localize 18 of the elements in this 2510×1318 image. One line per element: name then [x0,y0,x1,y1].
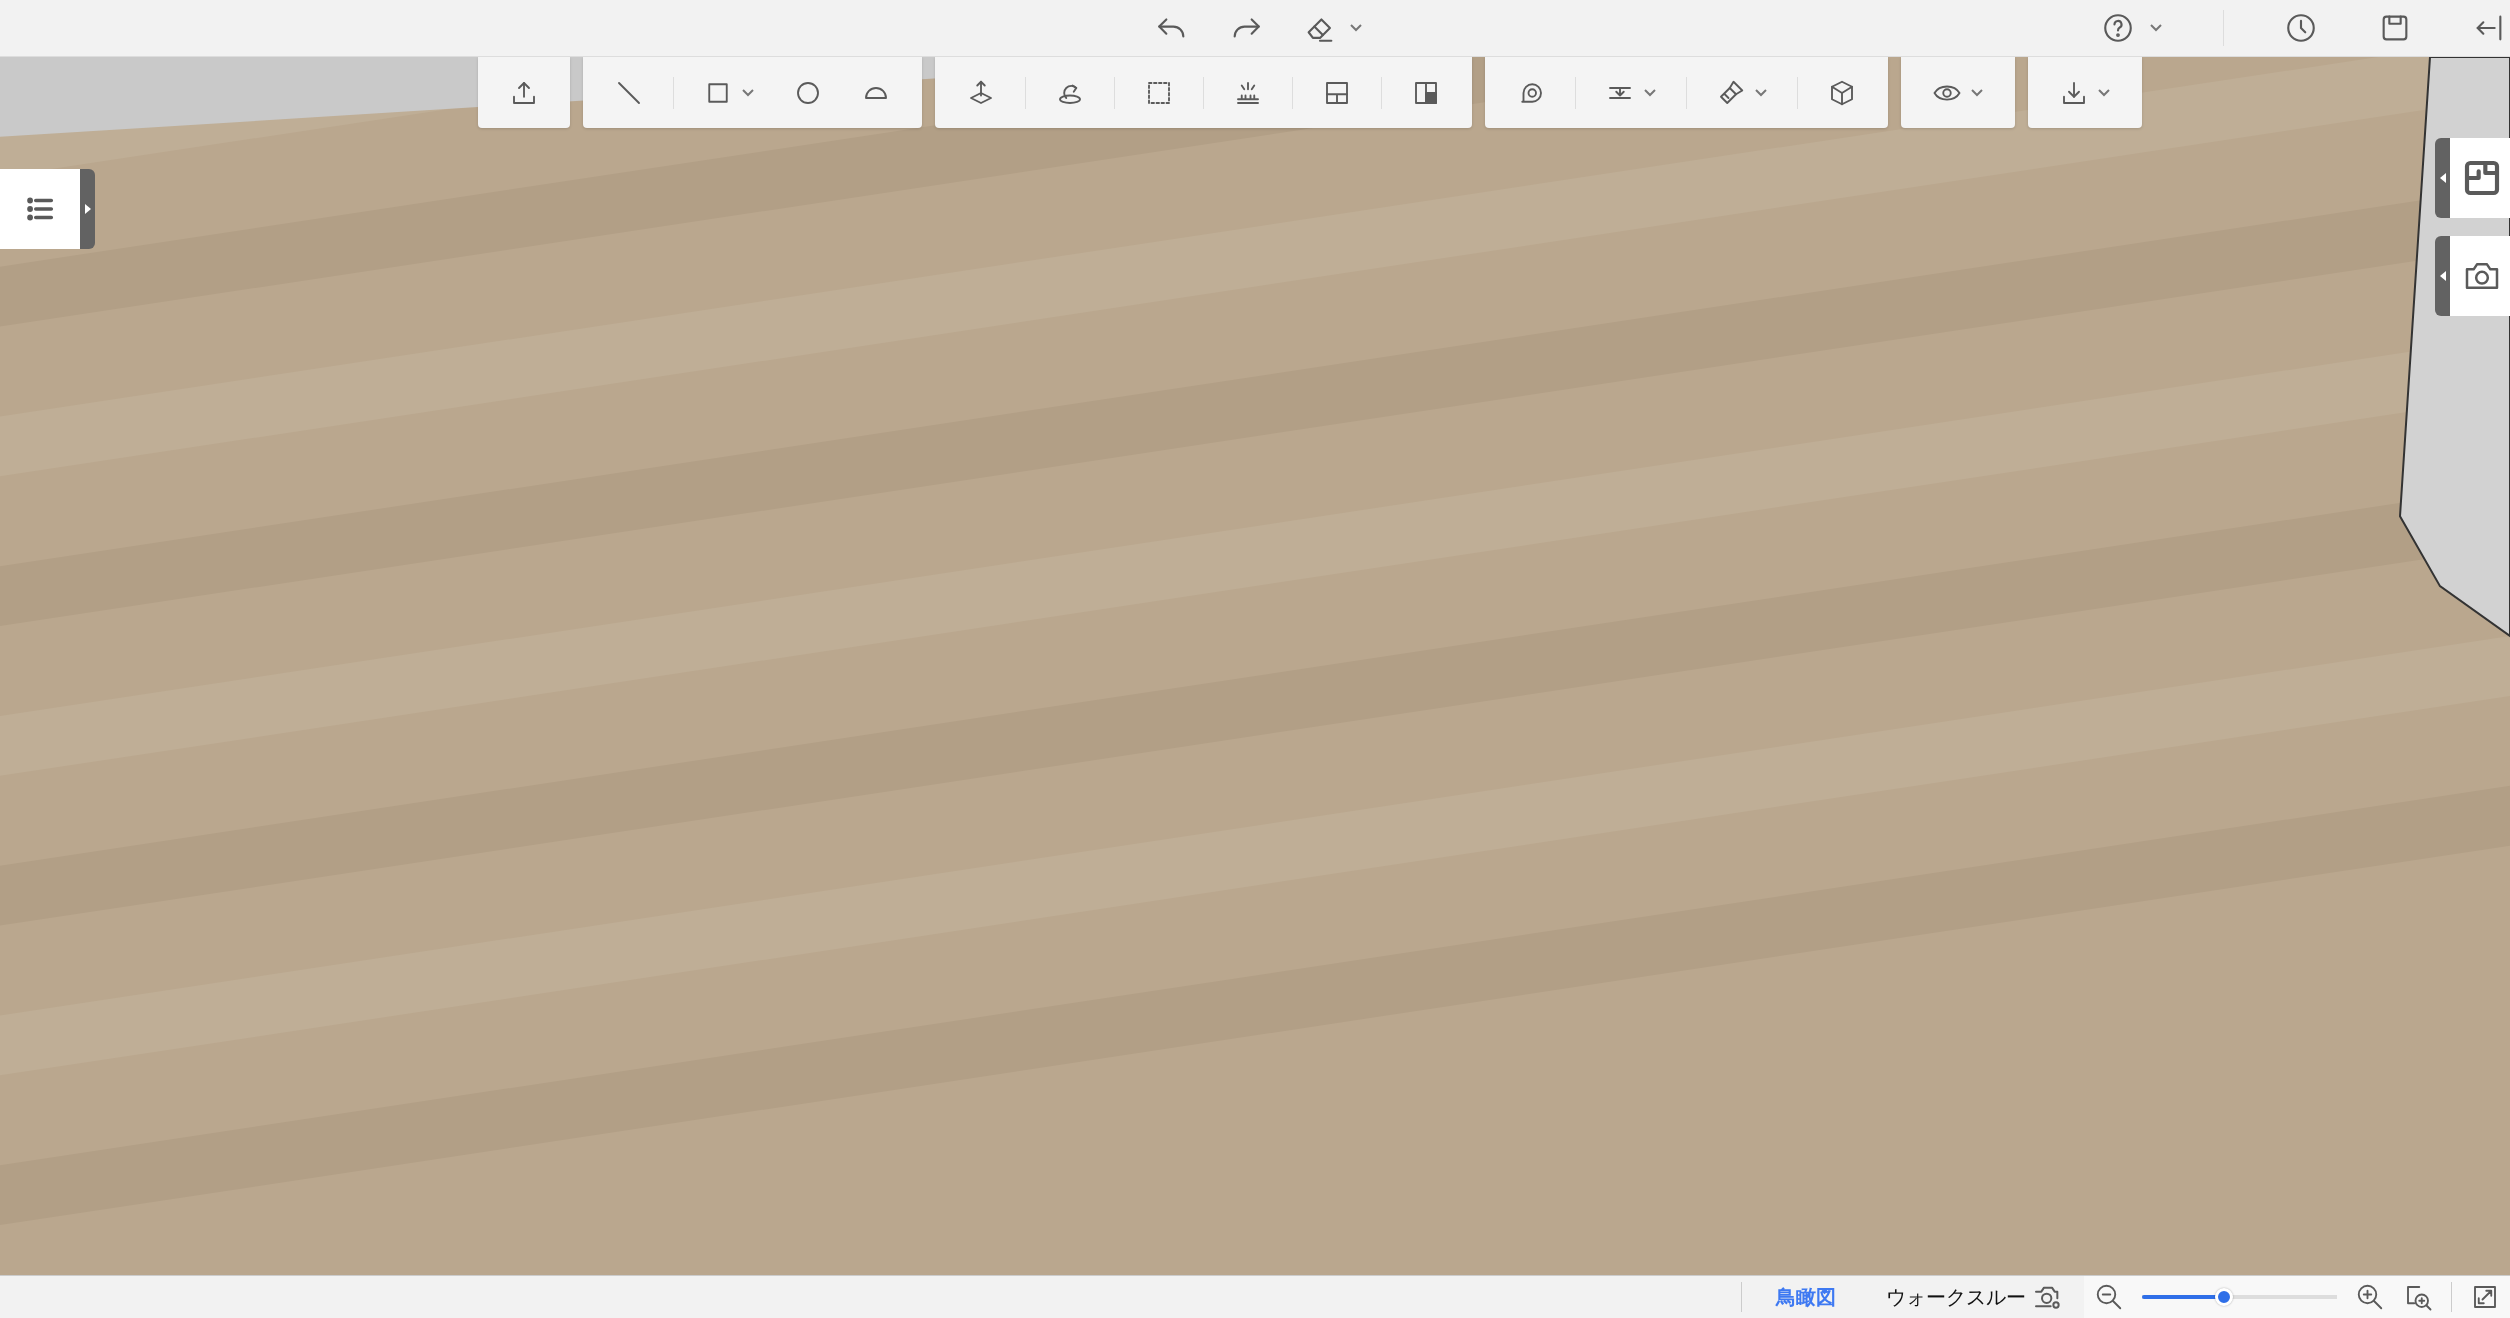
floor-plan-icon[interactable] [2462,158,2502,198]
caret-icon[interactable] [2149,23,2163,33]
caret-icon[interactable] [1754,87,1768,98]
caret-icon[interactable] [2097,87,2111,98]
clock-icon[interactable] [2284,11,2318,45]
caret-icon[interactable] [1970,87,1984,98]
collapse-arrow-icon[interactable] [2438,270,2447,282]
help-icon[interactable] [2101,11,2135,45]
collapse-arrow-icon[interactable] [83,203,92,215]
collapse-arrow-icon[interactable] [2438,172,2447,184]
zoom-in-icon[interactable] [2355,1282,2385,1312]
slider-thumb[interactable] [2214,1288,2233,1306]
caret-icon[interactable] [1349,23,1363,33]
caret-icon[interactable] [741,87,755,98]
view-mode-tab[interactable]: ウォークスルー [1880,1283,2032,1311]
view-mode-tab[interactable]: 鳥瞰図 [1770,1283,1842,1311]
caret-icon[interactable] [1643,87,1657,98]
zoom-out-icon[interactable] [2094,1282,2124,1312]
